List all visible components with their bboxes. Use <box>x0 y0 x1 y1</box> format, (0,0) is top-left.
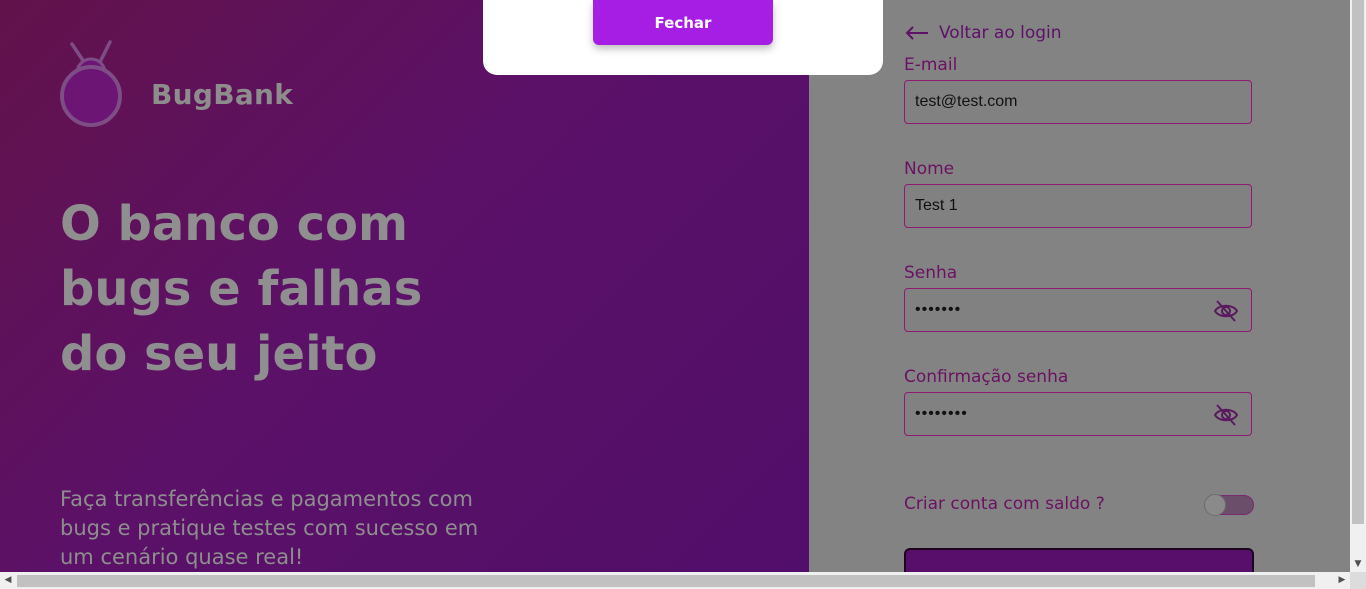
eye-off-icon[interactable] <box>1213 402 1239 428</box>
eye-off-icon[interactable] <box>1213 298 1239 324</box>
hero-subtitle-line: Faça transferências e pagamentos com <box>60 487 473 511</box>
name-field[interactable] <box>905 185 1251 227</box>
vertical-scrollbar-thumb[interactable] <box>1352 0 1364 524</box>
confirm-password-field-wrapper <box>904 392 1252 436</box>
close-modal-button[interactable]: Fechar <box>593 0 773 45</box>
hero-subtitle-line: um cenário quase real! <box>60 545 304 569</box>
name-field-wrapper <box>904 184 1252 228</box>
hero-subtitle: Faça transferências e pagamentos com bug… <box>60 485 500 572</box>
hero-headline: O banco com bugs e falhas do seu jeito <box>60 192 520 387</box>
confirm-password-label: Confirmação senha <box>904 367 1069 387</box>
email-field-wrapper <box>904 80 1252 124</box>
hero-headline-line: do seu jeito <box>60 326 378 382</box>
password-field[interactable] <box>905 289 1251 331</box>
hero-subtitle-line: bugs e pratique testes com sucesso em <box>60 516 479 540</box>
scroll-right-icon[interactable]: ▶ <box>1334 572 1350 589</box>
create-balance-label: Criar conta com saldo ? <box>904 494 1105 514</box>
confirm-password-field[interactable] <box>905 393 1251 435</box>
name-label: Nome <box>904 159 955 179</box>
hero-headline-line: O banco com <box>60 196 409 252</box>
brand-name: BugBank <box>151 78 294 111</box>
hero-panel: BugBank O banco com bugs e falhas do seu… <box>0 0 809 572</box>
scrollbar-corner <box>1350 572 1366 589</box>
bug-logo-icon <box>60 40 122 127</box>
email-label: E-mail <box>904 55 958 75</box>
horizontal-scrollbar-thumb[interactable] <box>17 575 1315 587</box>
password-field-wrapper <box>904 288 1252 332</box>
back-to-login-label: Voltar ao login <box>939 23 1062 43</box>
success-modal: Fechar <box>483 0 883 75</box>
register-submit-button[interactable] <box>904 548 1254 572</box>
password-label: Senha <box>904 263 958 283</box>
scroll-down-icon[interactable]: ▼ <box>1350 556 1366 572</box>
create-balance-toggle[interactable] <box>1204 494 1254 516</box>
scroll-left-icon[interactable]: ◀ <box>0 572 16 589</box>
register-form-panel: Voltar ao login E-mail Nome Senha Confir… <box>809 0 1350 572</box>
hero-headline-line: bugs e falhas <box>60 261 423 317</box>
arrow-left-icon <box>905 26 928 40</box>
back-to-login-link[interactable]: Voltar ao login <box>905 20 1062 46</box>
email-field[interactable] <box>905 81 1251 123</box>
toggle-knob <box>1204 494 1226 516</box>
